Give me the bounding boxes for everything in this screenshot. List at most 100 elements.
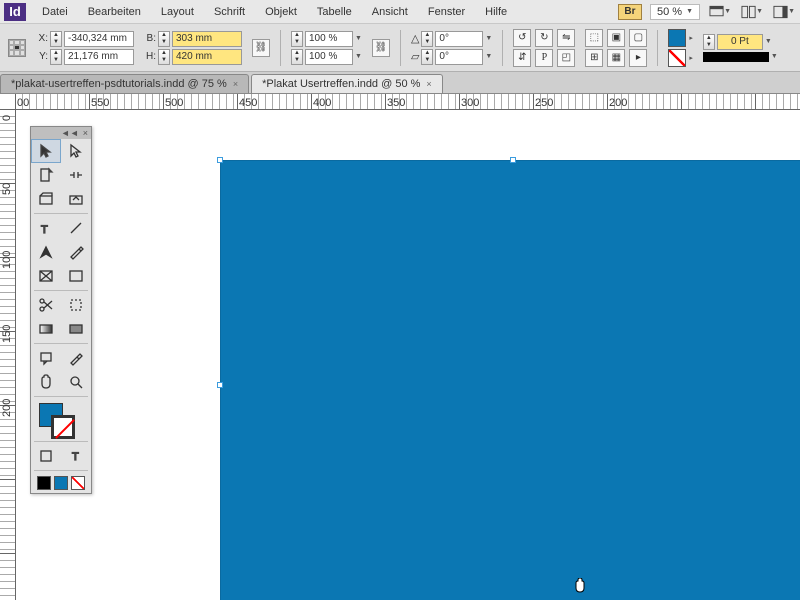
canvas[interactable] [16, 110, 800, 600]
zoom-tool[interactable] [61, 370, 91, 394]
tool-panel[interactable]: ◄◄× T T [30, 126, 92, 494]
horizontal-ruler[interactable]: 00 550 500 450 400 350 300 250 200 [16, 94, 800, 110]
h-field[interactable]: 420 mm [172, 49, 242, 65]
gradient-swatch-tool[interactable] [31, 317, 61, 341]
page-tool[interactable] [31, 163, 61, 187]
y-label: Y: [36, 51, 48, 62]
content-collector-tool[interactable] [31, 187, 61, 211]
rectangle-frame-tool[interactable] [31, 264, 61, 288]
flip-h-icon[interactable]: ⇋ [557, 29, 575, 47]
select-container-icon[interactable]: ◰ [557, 49, 575, 67]
menu-schrift[interactable]: Schrift [204, 2, 255, 22]
direct-selection-tool[interactable] [61, 139, 91, 163]
formatting-container-icon[interactable] [31, 444, 61, 468]
x-stepper[interactable]: ▲▼ [50, 31, 62, 47]
stroke-swatch[interactable] [668, 49, 686, 67]
zoom-level-value: 50 % [657, 6, 682, 18]
formatting-text-icon[interactable]: T [61, 444, 91, 468]
rotate-cw-icon[interactable]: ↻ [535, 29, 553, 47]
menu-fenster[interactable]: Fenster [418, 2, 475, 22]
doc-tab-1[interactable]: *plakat-usertreffen-psdtutorials.indd @ … [0, 74, 249, 93]
fill-stroke-proxy[interactable] [31, 399, 91, 439]
fit-frame-icon[interactable]: ▢ [629, 29, 647, 47]
gap-tool[interactable] [61, 163, 91, 187]
fit-content-icon[interactable]: ▣ [607, 29, 625, 47]
zoom-level-select[interactable]: 50 % ▼ [650, 4, 700, 20]
doc-tab-1-label: *plakat-usertreffen-psdtutorials.indd @ … [11, 78, 227, 90]
gradient-feather-tool[interactable] [61, 317, 91, 341]
color-apply-row [31, 473, 91, 493]
menu-hilfe[interactable]: Hilfe [475, 2, 517, 22]
scalex-stepper[interactable]: ▲▼ [291, 31, 303, 47]
doc-tab-2[interactable]: *Plakat Usertreffen.indd @ 50 % × [251, 74, 443, 93]
stroke-proxy[interactable] [51, 415, 75, 439]
free-transform-tool[interactable] [61, 293, 91, 317]
select-content-icon[interactable]: ⬚ [585, 29, 603, 47]
document-tabs: *plakat-usertreffen-psdtutorials.indd @ … [0, 72, 800, 94]
menu-datei[interactable]: Datei [32, 2, 78, 22]
vertical-ruler[interactable]: 0 50 100 150 200 [0, 110, 16, 600]
shear-icon: ▱ [411, 50, 419, 63]
constrain-wh-icon[interactable]: ⛓ [252, 39, 270, 57]
stroke-style[interactable] [703, 52, 769, 62]
selection-tool[interactable] [31, 139, 61, 163]
workspace-icon[interactable]: ▼ [772, 3, 796, 21]
fill-frame-icon[interactable]: ▦ [607, 49, 625, 67]
line-tool[interactable] [61, 216, 91, 240]
scissors-tool[interactable] [31, 293, 61, 317]
close-icon[interactable]: × [426, 79, 431, 89]
close-icon: × [83, 128, 88, 138]
flip-v-icon[interactable]: ⇵ [513, 49, 531, 67]
center-content-icon[interactable]: ⊞ [585, 49, 603, 67]
apply-none-icon[interactable] [71, 476, 85, 490]
pencil-tool[interactable] [61, 240, 91, 264]
type-tool[interactable]: T [31, 216, 61, 240]
menu-tabelle[interactable]: Tabelle [307, 2, 362, 22]
arrange-icon[interactable]: ▼ [740, 3, 764, 21]
hand-tool[interactable] [31, 370, 61, 394]
screen-mode-icon[interactable]: ▼ [708, 3, 732, 21]
p-icon[interactable]: P [535, 49, 553, 67]
panel-header[interactable]: ◄◄× [31, 127, 91, 139]
rotate-field[interactable]: 0° [435, 31, 483, 47]
menu-bearbeiten[interactable]: Bearbeiten [78, 2, 151, 22]
reference-point[interactable] [8, 39, 26, 57]
shear-field[interactable]: 0° [435, 49, 483, 65]
apply-color-icon[interactable] [37, 476, 51, 490]
scale-x-field[interactable]: 100 % [305, 31, 353, 47]
bridge-icon[interactable]: Br [618, 4, 642, 20]
note-tool[interactable] [31, 346, 61, 370]
menu-objekt[interactable]: Objekt [255, 2, 307, 22]
h-stepper[interactable]: ▲▼ [158, 49, 170, 65]
menu-ansicht[interactable]: Ansicht [362, 2, 418, 22]
x-label: X: [36, 33, 48, 44]
strokewt-stepper[interactable]: ▲▼ [703, 34, 715, 50]
apply-gradient-icon[interactable] [54, 476, 68, 490]
fill-swatch[interactable] [668, 29, 686, 47]
rectangle-tool[interactable] [61, 264, 91, 288]
w-stepper[interactable]: ▲▼ [158, 31, 170, 47]
svg-text:T: T [72, 451, 79, 463]
control-bar: X:▲▼-340,324 mm Y:▲▼21,176 mm B:▲▼303 mm… [0, 24, 800, 72]
ruler-origin[interactable] [0, 94, 16, 110]
selected-rectangle[interactable] [220, 160, 800, 600]
constrain-scale-icon[interactable]: ⛓ [372, 39, 390, 57]
shear-stepper[interactable]: ▲▼ [421, 49, 433, 65]
y-field[interactable]: 21,176 mm [64, 49, 134, 65]
rotate-stepper[interactable]: ▲▼ [421, 31, 433, 47]
x-field[interactable]: -340,324 mm [64, 31, 134, 47]
arrow-r-icon[interactable]: ▸ [629, 49, 647, 67]
rotate-ccw-icon[interactable]: ↺ [513, 29, 531, 47]
stroke-weight-field[interactable]: 0 Pt [717, 34, 763, 50]
close-icon[interactable]: × [233, 79, 238, 89]
content-placer-tool[interactable] [61, 187, 91, 211]
menu-layout[interactable]: Layout [151, 2, 204, 22]
pen-tool[interactable] [31, 240, 61, 264]
scaley-stepper[interactable]: ▲▼ [291, 49, 303, 65]
w-field[interactable]: 303 mm [172, 31, 242, 47]
eyedropper-tool[interactable] [61, 346, 91, 370]
h-label: H: [144, 51, 156, 62]
scale-y-field[interactable]: 100 % [305, 49, 353, 65]
menubar: Id Datei Bearbeiten Layout Schrift Objek… [0, 0, 800, 24]
y-stepper[interactable]: ▲▼ [50, 49, 62, 65]
